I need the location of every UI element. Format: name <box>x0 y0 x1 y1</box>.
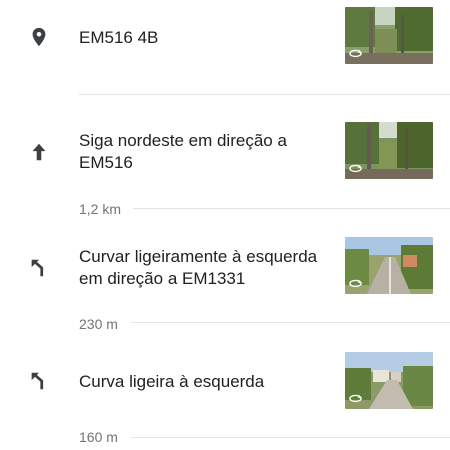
360-view-icon <box>348 390 363 405</box>
slight-left-icon <box>28 257 50 279</box>
street-view-thumbnail[interactable] <box>345 237 433 294</box>
divider <box>133 208 450 209</box>
360-view-icon <box>348 275 363 290</box>
step-instruction: Siga nordeste em direção a EM516 <box>79 131 287 172</box>
step-instruction: Curva ligeira à esquerda <box>79 372 265 391</box>
direction-step[interactable]: Siga nordeste em direção a EM516 1,2 km <box>0 95 450 217</box>
360-view-icon <box>348 160 363 175</box>
direction-step[interactable]: Curvar ligeiramente à esquerda em direçã… <box>0 215 450 335</box>
step-instruction: EM516 4B <box>79 28 159 47</box>
street-view-thumbnail[interactable] <box>345 7 433 64</box>
step-distance: 160 m <box>79 429 118 445</box>
location-pin-icon <box>28 26 50 48</box>
street-view-thumbnail[interactable] <box>345 122 433 179</box>
divider <box>131 322 450 323</box>
step-distance: 230 m <box>79 316 118 332</box>
direction-step[interactable]: EM516 4B <box>0 0 450 95</box>
step-instruction: Curvar ligeiramente à esquerda em direçã… <box>79 247 318 288</box>
divider <box>131 437 450 438</box>
360-view-icon <box>348 45 363 60</box>
street-view-thumbnail[interactable] <box>345 352 433 409</box>
slight-left-icon <box>28 370 50 392</box>
arrow-up-icon <box>28 141 50 163</box>
direction-step[interactable]: Curva ligeira à esquerda 160 m <box>0 335 450 450</box>
